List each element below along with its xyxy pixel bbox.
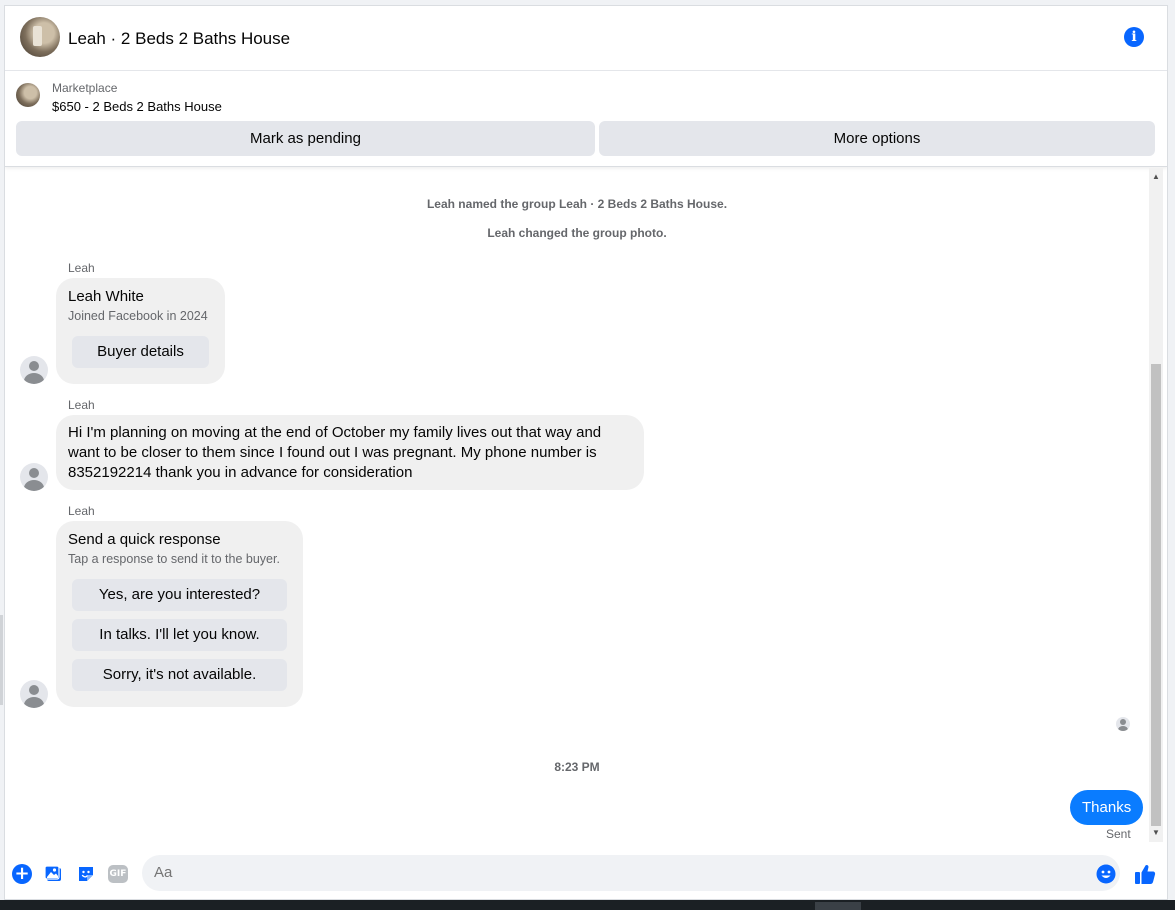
message-bubble[interactable]: Hi I'm planning on moving at the end of … — [56, 415, 644, 490]
system-message: Leah named the group Leah · 2 Beds 2 Bat… — [426, 197, 728, 211]
sender-name: Leah — [68, 504, 95, 518]
message-text: Hi I'm planning on moving at the end of … — [68, 424, 602, 481]
message-input[interactable] — [142, 855, 1120, 891]
mark-as-pending-button[interactable]: Mark as pending — [16, 121, 595, 156]
quick-response-option[interactable]: In talks. I'll let you know. — [72, 619, 287, 651]
window-edge — [0, 615, 3, 705]
message-timestamp: 8:23 PM — [554, 760, 600, 774]
buyer-joined: Joined Facebook in 2024 — [68, 309, 208, 323]
sticker-icon[interactable] — [76, 864, 96, 884]
sent-status: Sent — [1106, 827, 1131, 841]
scroll-up-arrow-icon[interactable]: ▲ — [1151, 172, 1161, 182]
marketplace-bar: Marketplace $650 - 2 Beds 2 Baths House … — [5, 71, 1167, 167]
more-options-button[interactable]: More options — [599, 121, 1155, 156]
chat-window: Leah · 2 Beds 2 Baths House i Marketplac… — [4, 5, 1168, 900]
outgoing-message-bubble[interactable]: Thanks — [1070, 790, 1144, 825]
listing-thumbnail[interactable] — [16, 83, 40, 107]
gif-icon[interactable]: GIF — [108, 865, 128, 883]
quick-response-card: Send a quick response Tap a response to … — [56, 521, 303, 707]
group-photo[interactable] — [20, 17, 60, 57]
system-message: Leah changed the group photo. — [487, 226, 667, 240]
image-icon[interactable] — [44, 864, 64, 884]
avatar[interactable] — [20, 463, 48, 491]
plus-icon[interactable]: + — [12, 864, 32, 884]
scroll-down-arrow-icon[interactable]: ▼ — [1151, 828, 1161, 838]
taskbar-item[interactable] — [815, 902, 861, 910]
avatar[interactable] — [20, 680, 48, 708]
marketplace-label: Marketplace — [52, 81, 118, 95]
quick-response-option[interactable]: Yes, are you interested? — [72, 579, 287, 611]
chat-title[interactable]: Leah · 2 Beds 2 Baths House — [68, 29, 290, 49]
scrollbar-thumb[interactable] — [1151, 364, 1161, 826]
buyer-name: Leah White — [68, 288, 144, 305]
buyer-card: Leah White Joined Facebook in 2024 Buyer… — [56, 278, 225, 384]
sender-name: Leah — [68, 261, 95, 275]
buyer-details-button[interactable]: Buyer details — [72, 336, 209, 368]
composer: + GIF — [5, 849, 1167, 899]
avatar[interactable] — [20, 356, 48, 384]
emoji-icon[interactable] — [1096, 864, 1116, 884]
sender-name: Leah — [68, 398, 95, 412]
taskbar-strip — [0, 900, 1175, 910]
thumbs-up-icon[interactable] — [1133, 862, 1157, 886]
seen-avatar — [1116, 717, 1130, 731]
listing-title[interactable]: $650 - 2 Beds 2 Baths House — [52, 99, 222, 114]
quick-response-option[interactable]: Sorry, it's not available. — [72, 659, 287, 691]
chat-header: Leah · 2 Beds 2 Baths House i — [5, 6, 1167, 71]
info-icon[interactable]: i — [1124, 27, 1144, 47]
quick-response-subtitle: Tap a response to send it to the buyer. — [68, 552, 280, 566]
quick-response-title: Send a quick response — [68, 531, 221, 548]
